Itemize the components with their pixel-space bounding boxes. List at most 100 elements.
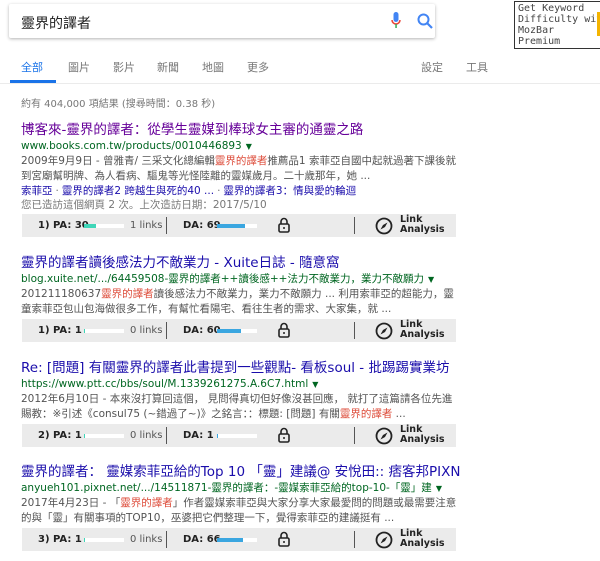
tab-more[interactable]: 更多 (247, 59, 269, 75)
dropdown-arrow-icon[interactable]: ▼ (246, 142, 252, 151)
link-analysis-label: Analysis (400, 224, 445, 235)
mozbar-metrics: 1) PA: 1 0 links DA: 60 Link Analysis (22, 319, 456, 342)
lock-icon[interactable] (278, 322, 290, 341)
snippet-text: ... (392, 408, 406, 420)
snippet-text: 201211180637 (21, 288, 102, 300)
result-url: blog.xuite.net/.../64459508-靈界的譯者++讀後感++… (21, 272, 461, 287)
result-url: www.books.com.tw/products/0010446893 ▼ (21, 139, 461, 154)
link-count[interactable]: 0 links (130, 430, 162, 441)
snippet-text: 2009年9月9日 - 曾雅青/ 三采文化總編輯 (21, 155, 215, 167)
link-analysis-button[interactable]: Link Analysis (400, 215, 445, 235)
divider (166, 322, 167, 339)
pa-bar (84, 538, 124, 542)
sitelink[interactable]: 靈界的譯者3：情與愛的輪迴 (223, 185, 356, 197)
link-analysis-button[interactable]: Link Analysis (400, 320, 445, 340)
link-analysis-label: Analysis (400, 329, 445, 340)
search-result: 靈界的譯者： 靈媒索菲亞給的Top 10 「靈」建議@ 安悅田:: 痞客邦PIX… (21, 464, 461, 551)
compass-icon[interactable] (375, 531, 393, 552)
result-url-text: blog.xuite.net/.../64459508-靈界的譯者++讀後感++… (21, 273, 424, 285)
mozbar-metrics: 3) PA: 1 0 links DA: 66 Link Analysis (22, 528, 456, 551)
compass-icon[interactable] (375, 427, 393, 448)
search-result: 靈界的譯者讀後感法力不敵業力 - Xuite日誌 - 隨意窩 blog.xuit… (21, 255, 461, 342)
link-analysis-button[interactable]: Link Analysis (400, 529, 445, 549)
sitelink[interactable]: 索菲亞 (21, 185, 53, 197)
sitelink[interactable]: 靈界的譯者2 跨越生與死的40 ... (62, 185, 214, 197)
page-authority: 1) PA: 1 (38, 325, 82, 336)
lock-icon[interactable] (278, 531, 290, 550)
result-url-text: www.books.com.tw/products/0010446893 (21, 140, 242, 152)
da-bar (217, 329, 257, 333)
divider (166, 531, 167, 548)
result-title-link[interactable]: Re: [問題] 有關靈界的譯者此書提到一些觀點- 看板soul - 批踢踢實業… (21, 360, 461, 377)
page-authority: 2) PA: 1 (38, 430, 82, 441)
dropdown-arrow-icon[interactable]: ▼ (428, 275, 434, 284)
snippet-text: 2017年4月23日 - 「 (21, 497, 121, 509)
result-snippet: 2012年6月10日 - 本來沒打算回這個， 見問得真切但好像沒甚回應， 就打了… (21, 392, 461, 422)
pa-bar (84, 329, 124, 333)
domain-authority: DA: 60 (183, 325, 221, 336)
tab-videos[interactable]: 影片 (113, 59, 135, 75)
snippet-highlight: 靈界的譯者 (339, 408, 393, 420)
settings-button[interactable]: 設定 (421, 59, 443, 75)
snippet-highlight: 靈界的譯者 (101, 288, 154, 300)
domain-authority: DA: 69 (183, 220, 221, 231)
divider (354, 322, 355, 339)
link-count[interactable]: 0 links (130, 325, 162, 336)
search-icon[interactable] (417, 13, 433, 33)
pa-bar (84, 224, 124, 228)
page-authority: 3) PA: 1 (38, 534, 82, 545)
result-url: https://www.ptt.cc/bbs/soul/M.1339261275… (21, 377, 461, 392)
tab-news[interactable]: 新聞 (157, 59, 179, 75)
mozbar-metrics: 1) PA: 30 1 links DA: 69 Link Analysis (22, 214, 456, 237)
search-result: 博客來-靈界的譯者：從學生靈媒到棒球女主審的通靈之路 www.books.com… (21, 122, 461, 237)
divider (354, 217, 355, 234)
search-input[interactable]: 靈界的譯者 (21, 13, 91, 33)
active-tab-indicator (10, 80, 56, 83)
dropdown-arrow-icon[interactable]: ▼ (312, 380, 318, 389)
search-result: Re: [問題] 有關靈界的譯者此書提到一些觀點- 看板soul - 批踢踢實業… (21, 360, 461, 447)
tab-maps[interactable]: 地圖 (202, 59, 224, 75)
lock-icon[interactable] (278, 427, 290, 446)
da-bar (217, 224, 257, 228)
page-authority: 1) PA: 30 (38, 220, 89, 231)
promo-line: Get Keyword (518, 3, 585, 14)
result-title-link[interactable]: 靈界的譯者讀後感法力不敵業力 - Xuite日誌 - 隨意窩 (21, 255, 461, 272)
sitelinks: 索菲亞 · 靈界的譯者2 跨越生與死的40 ... · 靈界的譯者3：情與愛的輪迴 (21, 185, 357, 197)
divider (166, 217, 167, 234)
promo-line: Difficulty with (518, 14, 600, 25)
tools-button[interactable]: 工具 (466, 59, 488, 75)
result-snippet: 201211180637靈界的譯者讀後感法力不敵業力，業力不敵願力 ... 利用… (21, 287, 461, 317)
promo-line: Premium (518, 36, 561, 47)
dropdown-arrow-icon[interactable]: ▼ (436, 484, 442, 493)
microphone-icon[interactable] (391, 12, 401, 34)
result-url-text: anyueh101.pixnet.net/.../14511871-靈界的譯者：… (21, 482, 432, 494)
link-count[interactable]: 1 links (130, 220, 162, 231)
result-stats: 約有 404,000 項結果 (搜尋時間：0.38 秒) (21, 99, 216, 110)
result-snippet: 2009年9月9日 - 曾雅青/ 三采文化總編輯靈界的譯者推薦品1 索菲亞自國中… (21, 154, 461, 184)
compass-icon[interactable] (375, 217, 393, 238)
domain-authority: DA: 66 (183, 534, 221, 545)
search-box[interactable]: 靈界的譯者 (9, 4, 435, 38)
link-analysis-button[interactable]: Link Analysis (400, 425, 445, 445)
tab-images[interactable]: 圖片 (68, 59, 90, 75)
promo-line: MozBar (518, 25, 555, 36)
divider (166, 427, 167, 444)
result-title-link[interactable]: 靈界的譯者： 靈媒索菲亞給的Top 10 「靈」建議@ 安悅田:: 痞客邦PIX… (21, 464, 461, 481)
da-bar (217, 538, 257, 542)
snippet-highlight: 靈界的譯者 (120, 497, 173, 509)
result-title-link[interactable]: 博客來-靈界的譯者：從學生靈媒到棒球女主審的通靈之路 (21, 122, 461, 139)
mozbar-promo[interactable]: Get Keyword Difficulty with MozBar Premi… (514, 1, 600, 49)
lock-icon[interactable] (278, 217, 290, 236)
link-analysis-label: Analysis (400, 538, 445, 549)
da-bar (217, 434, 257, 438)
pa-bar (84, 434, 124, 438)
divider (354, 427, 355, 444)
compass-icon[interactable] (375, 322, 393, 343)
result-url-text: https://www.ptt.cc/bbs/soul/M.1339261275… (21, 378, 309, 390)
snippet-highlight: 靈界的譯者 (214, 155, 268, 167)
tab-all[interactable]: 全部 (21, 59, 43, 75)
link-analysis-label: Analysis (400, 434, 445, 445)
link-count[interactable]: 0 links (130, 534, 162, 545)
mozbar-metrics: 2) PA: 1 0 links DA: 1 Link Analysis (22, 424, 456, 447)
divider (354, 531, 355, 548)
